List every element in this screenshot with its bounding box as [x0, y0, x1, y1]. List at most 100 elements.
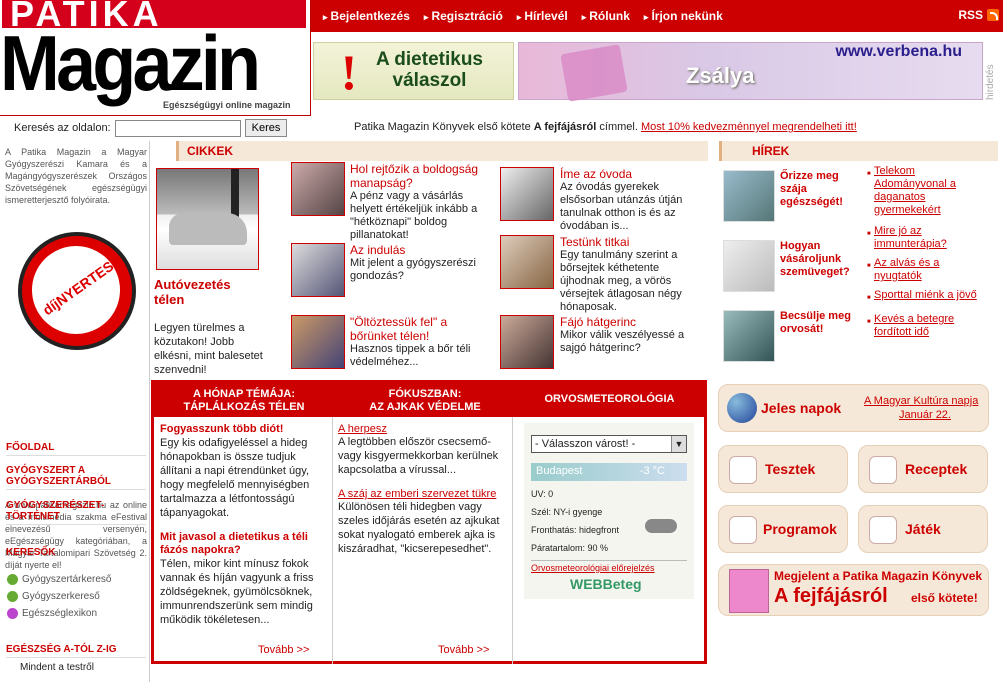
col1-title2[interactable]: Mit javasol a dietetikus a téli fázós na…	[160, 531, 328, 557]
news-thumb-3[interactable]	[723, 310, 775, 362]
col2-title1[interactable]: A herpesz	[338, 423, 506, 435]
article-desc: A pénz vagy a vásárlás helyett értékeljü…	[350, 190, 478, 241]
jatek-box[interactable]: Játék	[858, 505, 988, 553]
news-bullet-4[interactable]: Sporttal miénk a jövő	[867, 289, 989, 305]
menu-gyogyszert[interactable]: GYÓGYSZERT A GYÓGYSZERTÁRBÓL	[6, 465, 146, 490]
jeles-napok-box[interactable]: Jeles napok A Magyar Kultúra napja Januá…	[718, 384, 989, 432]
link-label: Gyógyszertárkereső	[22, 574, 112, 585]
article-desc: Mit jelent a gyógyszerészi gondozás?	[350, 257, 476, 282]
book-promo-box[interactable]: Megjelent a Patika Magazin Könyvek A fej…	[718, 564, 989, 616]
hirek-header: HÍREK	[719, 141, 998, 161]
programok-box[interactable]: Programok	[718, 505, 848, 553]
article-title[interactable]: Testünk titkai	[500, 235, 705, 249]
search-bar: Keresés az oldalon: Keres	[14, 119, 288, 137]
col2-head2: AZ AJKAK VÉDELME	[369, 401, 481, 413]
main-article-image[interactable]	[156, 168, 259, 270]
weather-city-bar: Budapest -3 °C	[531, 463, 687, 481]
news-item-1[interactable]: Őrizze meg szája egészségét!	[780, 170, 852, 209]
news-bullet-1[interactable]: Telekom Adományvonal a daganatos gyermek…	[867, 165, 989, 217]
notice-text-2: címmel.	[596, 121, 641, 133]
jeles-link-1[interactable]: A Magyar Kultúra napja	[864, 395, 978, 407]
link-label: Egészséglexikon	[22, 608, 98, 619]
calendar-icon	[729, 516, 757, 544]
notice-order-link[interactable]: Most 10% kedvezménnyel megrendelheti itt…	[641, 121, 857, 133]
award-inner: díjNYERTES	[30, 244, 122, 336]
book-notice: Patika Magazin Könyvek első kötete A fej…	[354, 121, 857, 133]
globe-icon	[727, 393, 757, 423]
news-thumb-1[interactable]	[723, 170, 775, 222]
article-title[interactable]: Fájó hátgerinc	[560, 315, 705, 329]
city-select[interactable]: - Válasszon várost! - ▼	[531, 435, 687, 453]
main-article-title[interactable]: Autóvezetés télen	[154, 277, 254, 307]
article-thumb-ovoda[interactable]	[500, 167, 554, 221]
article-thumb-hatgerinc[interactable]	[500, 315, 554, 369]
weather-humidity: Páratartalom: 90 %	[531, 543, 609, 553]
news-bullet-5[interactable]: Kevés a betegre fordított idő	[867, 313, 989, 339]
search-input[interactable]	[114, 119, 241, 137]
article-thumb-indulas[interactable]	[291, 243, 345, 297]
article-title[interactable]: "Öltöztessük fel" a bőrünket télen!	[350, 315, 495, 343]
col1-title1[interactable]: Fogyasszunk több diót!	[160, 423, 328, 436]
menu-gyogyszereszet-tortenet[interactable]: GYÓGYSZERÉSZET-TÖRTÉNET	[6, 500, 146, 525]
tesztek-box[interactable]: Tesztek	[718, 445, 848, 493]
globe-icon	[7, 574, 18, 585]
col2-more-link[interactable]: Tovább >>	[438, 644, 489, 656]
site-logo[interactable]: PATIKA Magazin Egészségügyi online magaz…	[0, 0, 311, 116]
article-thumb-oltoztessuk[interactable]	[291, 315, 345, 369]
weather-temp: -3 °C	[639, 465, 665, 477]
news-thumb-2[interactable]	[723, 240, 775, 292]
rss-link[interactable]: RSS	[958, 8, 999, 22]
col2-title2[interactable]: A száj az emberi szervezet tükre	[338, 488, 506, 500]
col2-content: A herpesz A legtöbben először csecsemő-v…	[338, 423, 506, 556]
col1-head1: A HÓNAP TÉMÁJA:	[192, 388, 296, 400]
link-egeszseglexikon[interactable]: Egészséglexikon	[7, 608, 97, 619]
article-desc: Hasznos tippek a bőr téli védelméhez...	[350, 343, 471, 368]
dice-icon	[869, 516, 897, 544]
jeles-napok-label: Jeles napok	[761, 400, 842, 416]
col2-desc1: A legtöbben először csecsemő-vagy kisgye…	[338, 436, 499, 476]
nav-regisztracio[interactable]: Regisztráció	[424, 9, 502, 23]
cloud-icon	[645, 519, 677, 533]
nav-irjon-nekunk[interactable]: Írjon nekünk	[644, 9, 722, 23]
jeles-link-2[interactable]: Január 22.	[899, 409, 951, 421]
search-button[interactable]: Keres	[244, 119, 288, 137]
menu-egeszseg-a-z: EGÉSZSÉG A-TÓL Z-IG	[6, 644, 146, 658]
news-item-3[interactable]: Becsülje meg orvosát!	[780, 310, 860, 336]
article-hatgerinc: Fájó hátgerinc Mikor válik veszélyessé a…	[560, 315, 705, 355]
programok-label: Programok	[763, 521, 837, 537]
pencil-icon	[729, 456, 757, 484]
weather-city: Budapest	[536, 465, 583, 477]
article-oltoztessuk: "Öltöztessük fel" a bőrünket télen! Hasz…	[350, 315, 495, 369]
forecast-link[interactable]: Orvosmeteorológiai előrejelzés	[531, 563, 655, 573]
link-gyogyszertarkereso[interactable]: Gyógyszertárkereső	[7, 574, 111, 585]
col1-more-link[interactable]: Tovább >>	[258, 644, 309, 656]
article-title[interactable]: Az indulás	[350, 243, 500, 257]
link-gyogyszerkereso[interactable]: Gyógyszerkereső	[7, 591, 100, 602]
receptek-box[interactable]: Receptek	[858, 445, 988, 493]
article-title[interactable]: Íme az óvoda	[560, 167, 705, 181]
globe-icon	[7, 591, 18, 602]
nav-rolunk[interactable]: Rólunk	[582, 9, 630, 23]
verbena-ad-banner[interactable]: Zsálya www.verbena.hu	[518, 42, 983, 102]
menu-foloadal[interactable]: FŐOLDAL	[6, 442, 146, 456]
news-bullet-2[interactable]: Mire jó az immunterápia?	[867, 225, 989, 251]
nav-bejelentkezes[interactable]: Bejelentkezés	[323, 9, 410, 23]
link-mindent-a-testrol[interactable]: Mindent a testről	[20, 662, 94, 673]
nav-hirlevel[interactable]: Hírlevél	[517, 9, 567, 23]
divider	[512, 417, 513, 664]
main-article-desc: Legyen türelmes a közutakon! Jobb elkésn…	[154, 322, 263, 376]
ad-url: www.verbena.hu	[835, 43, 962, 60]
image-car	[169, 213, 247, 245]
search-label: Keresés az oldalon:	[14, 122, 111, 134]
news-item-2[interactable]: Hogyan vásároljunk szemüveget?	[780, 240, 860, 279]
sidebar-intro: A Patika Magazin a Magyar Gyógyszerészi …	[5, 147, 147, 205]
article-title[interactable]: Hol rejtőzik a boldogság manapság?	[291, 162, 491, 190]
tesztek-label: Tesztek	[765, 461, 816, 477]
dietetikus-banner[interactable]: ! A dietetikus válaszol	[313, 42, 514, 100]
book-promo-line1: Megjelent a Patika Magazin Könyvek	[774, 569, 983, 583]
news-bullet-3[interactable]: Az alvás és a nyugtatók	[867, 257, 989, 283]
weather-wind: Szél: NY-i gyenge	[531, 507, 603, 517]
banner1-line2: válaszol	[392, 70, 467, 91]
ad-product-name: Zsálya	[686, 63, 755, 88]
webbeteg-logo[interactable]: WEBBeteg	[570, 576, 642, 592]
